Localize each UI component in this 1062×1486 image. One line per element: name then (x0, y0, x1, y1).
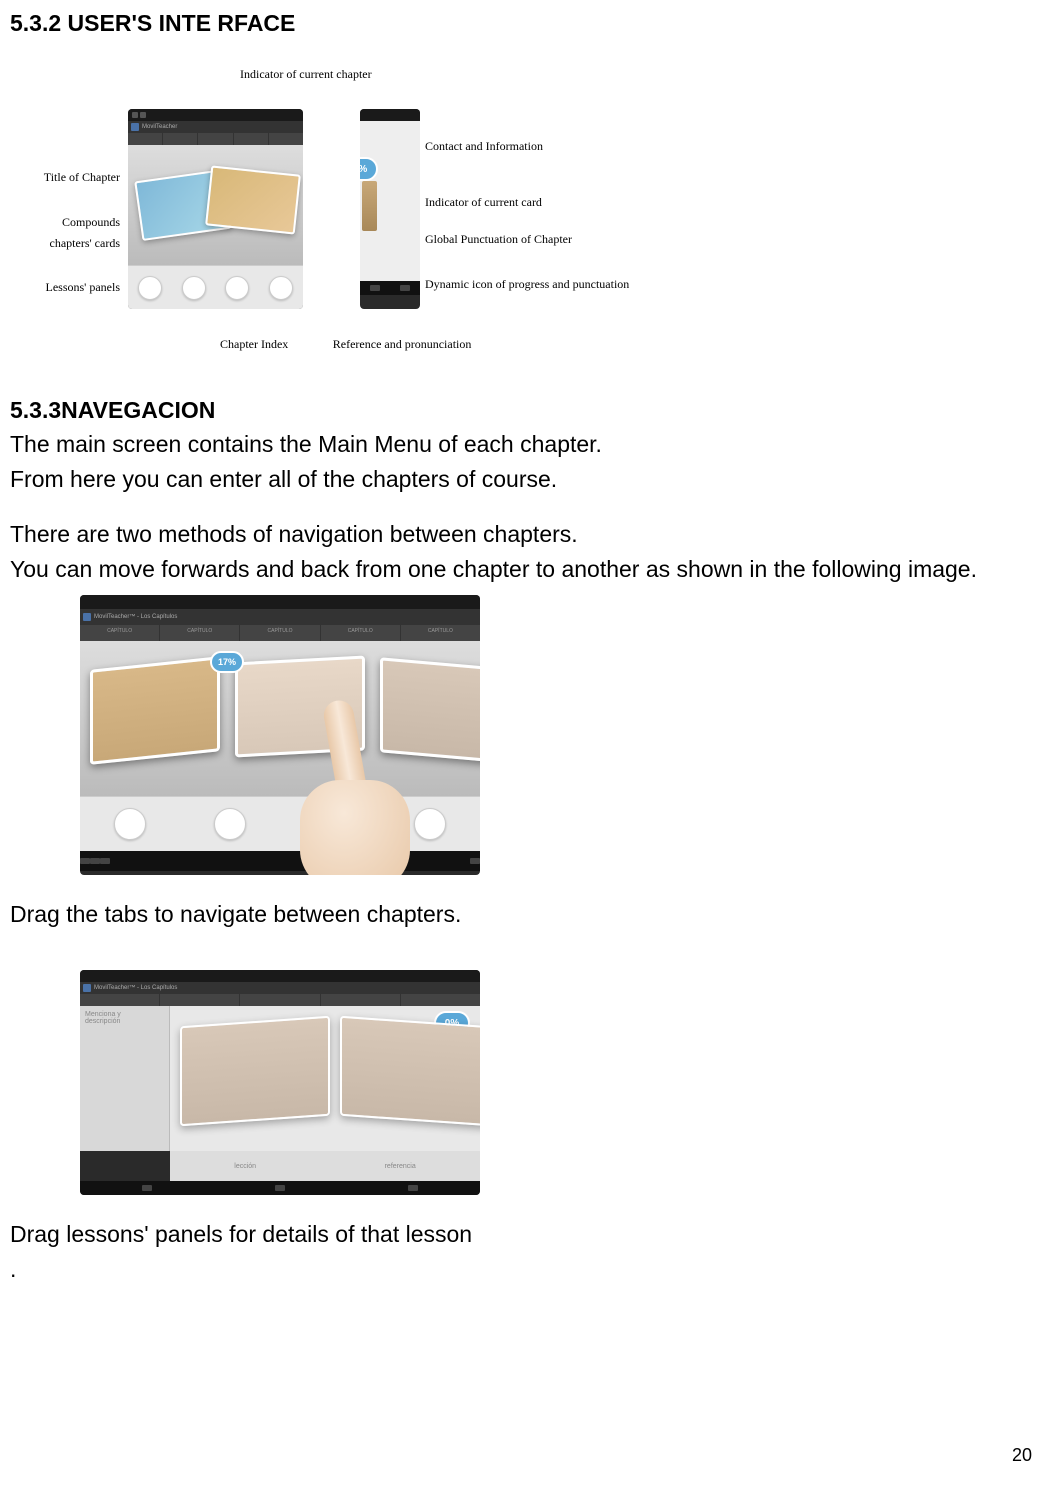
ui-diagram: Indicator of current chapter Title of Ch… (10, 67, 1042, 377)
label-contact-info: Contact and Information (425, 139, 543, 154)
label-lessons-panels: Lessons' panels (46, 280, 120, 294)
label-chapter-index: Chapter Index (220, 337, 288, 352)
percent-badge: 0% (360, 157, 378, 181)
paragraph-3: There are two methods of navigation betw… (10, 519, 1042, 550)
paragraph-5: Drag the tabs to navigate between chapte… (10, 899, 1042, 930)
phone-mock-right: 0% (360, 109, 420, 309)
section-heading-5-3-3: 5.3.3NAVEGACION (10, 397, 1042, 424)
section-heading-5-3-2: 5.3.2 USER'S INTE RFACE (10, 10, 1042, 37)
paragraph-4: You can move forwards and back from one … (10, 554, 1042, 585)
hand-gesture-icon (280, 700, 420, 875)
figure-drag-lessons: MovilTeacher™ - Los Capítulos Menciona y… (80, 970, 480, 1195)
paragraph-6: Drag lessons' panels for details of that… (10, 1219, 1042, 1250)
phone-mock-left: MovilTeacher Título deCapítuloFichas (128, 109, 303, 309)
label-compounds-2: chapters' cards (50, 236, 120, 250)
label-reference-pronunciation: Reference and pronunciation (333, 337, 472, 352)
label-compounds-1: Compounds (62, 215, 120, 229)
label-indicator-current-chapter: Indicator of current chapter (240, 67, 372, 82)
figure-swipe-chapters: MovilTeacher™ - Los Capítulos CAPÍTULOCA… (80, 595, 480, 875)
paragraph-7: . (10, 1254, 1042, 1285)
paragraph-2: From here you can enter all of the chapt… (10, 464, 1042, 495)
label-dynamic-icon: Dynamic icon of progress and punctuation (425, 277, 629, 292)
page-number: 20 (1012, 1445, 1032, 1466)
label-global-punctuation: Global Punctuation of Chapter (425, 232, 572, 247)
paragraph-1: The main screen contains the Main Menu o… (10, 429, 1042, 460)
label-indicator-card: Indicator of current card (425, 195, 542, 210)
percent-badge-17: 17% (210, 651, 244, 673)
label-title-of-chapter: Title of Chapter (44, 170, 120, 184)
